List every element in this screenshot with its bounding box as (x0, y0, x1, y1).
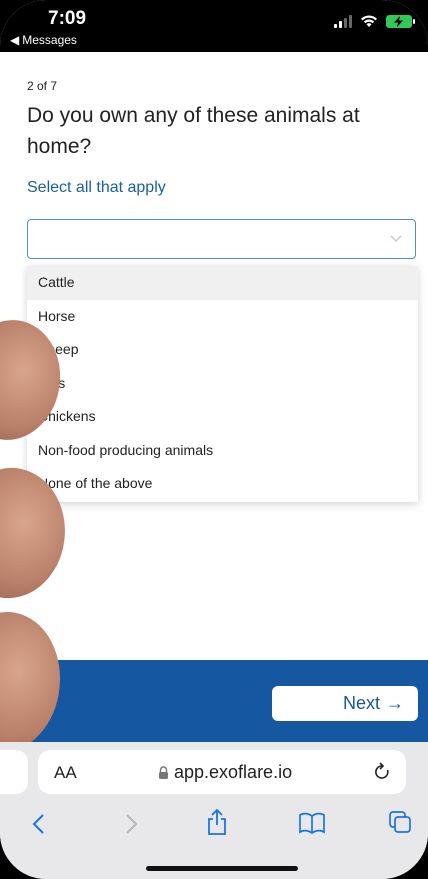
option-none-of-the-above[interactable]: None of the above (27, 467, 418, 501)
animals-multiselect[interactable] (27, 219, 416, 259)
option-chickens[interactable]: Chickens (27, 400, 418, 434)
reload-icon[interactable] (372, 761, 392, 783)
share-icon[interactable] (205, 808, 229, 836)
option-pigs[interactable]: Pigs (27, 367, 418, 401)
form-content: 2 of 7 Do you own any of these animals a… (0, 52, 428, 660)
status-icons (334, 14, 415, 28)
option-horse[interactable]: Horse (27, 300, 418, 334)
previous-tab-peek[interactable] (0, 750, 28, 794)
footer-bar: Next → (0, 660, 428, 742)
question-title: Do you own any of these animals at home? (27, 104, 360, 158)
phone-screen: 7:09 ◀ Messages 2 of 7 Do you own any of… (0, 0, 428, 879)
cellular-signal-icon (334, 14, 352, 28)
status-bar: 7:09 ◀ Messages (0, 0, 428, 52)
option-cattle[interactable]: Cattle (27, 266, 418, 300)
back-to-app-link[interactable]: ◀ Messages (10, 33, 77, 47)
tabs-icon[interactable] (388, 810, 412, 834)
instruction-text: Select all that apply (27, 179, 166, 196)
forward-icon[interactable] (122, 812, 140, 836)
safari-toolbar (0, 804, 428, 844)
chevron-down-icon (390, 235, 402, 242)
back-triangle-icon: ◀ (10, 33, 20, 47)
animals-dropdown-menu: Cattle Horse Sheep Pigs Chickens Non-foo… (27, 266, 418, 502)
option-non-food-producing-animals[interactable]: Non-food producing animals (27, 434, 418, 468)
safari-bottom-bar: AA app.exoflare.io (0, 742, 428, 879)
arrow-right-icon: → (386, 693, 404, 713)
back-app-label: Messages (22, 33, 77, 47)
status-time: 7:09 (48, 8, 87, 29)
battery-charging-icon (386, 14, 415, 28)
step-progress: 2 of 7 (27, 79, 58, 93)
home-indicator (146, 866, 298, 871)
url-display[interactable]: app.exoflare.io (158, 762, 292, 783)
bookmarks-icon[interactable] (298, 812, 326, 834)
address-bar[interactable]: AA app.exoflare.io (38, 750, 406, 794)
text-size-button[interactable]: AA (54, 763, 77, 783)
option-sheep[interactable]: Sheep (27, 333, 418, 367)
lock-icon (159, 765, 168, 779)
next-button[interactable]: Next → (272, 686, 418, 721)
url-text: app.exoflare.io (174, 762, 293, 782)
next-button-label: Next (342, 693, 380, 713)
wifi-icon (361, 15, 377, 27)
back-icon[interactable] (30, 812, 48, 836)
